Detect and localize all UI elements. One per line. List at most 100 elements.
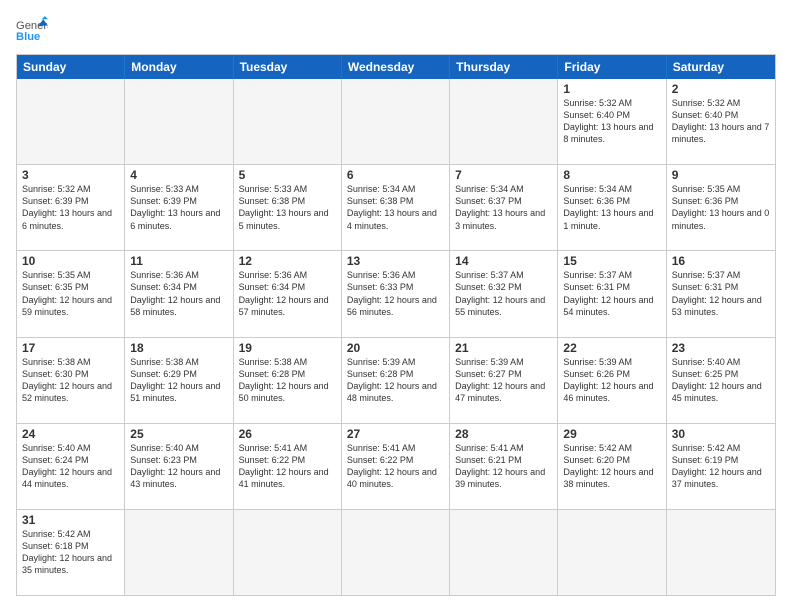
sun-info: Sunrise: 5:37 AM Sunset: 6:31 PM Dayligh… (672, 269, 770, 318)
sun-info: Sunrise: 5:35 AM Sunset: 6:36 PM Dayligh… (672, 183, 770, 232)
cal-cell-12: 12Sunrise: 5:36 AM Sunset: 6:34 PM Dayli… (234, 251, 342, 336)
sun-info: Sunrise: 5:42 AM Sunset: 6:20 PM Dayligh… (563, 442, 660, 491)
cal-cell-27: 27Sunrise: 5:41 AM Sunset: 6:22 PM Dayli… (342, 424, 450, 509)
cal-cell-empty (558, 510, 666, 595)
sun-info: Sunrise: 5:38 AM Sunset: 6:28 PM Dayligh… (239, 356, 336, 405)
day-number: 28 (455, 427, 552, 441)
day-number: 27 (347, 427, 444, 441)
cal-cell-23: 23Sunrise: 5:40 AM Sunset: 6:25 PM Dayli… (667, 338, 775, 423)
cal-cell-4: 4Sunrise: 5:33 AM Sunset: 6:39 PM Daylig… (125, 165, 233, 250)
day-number: 22 (563, 341, 660, 355)
day-number: 10 (22, 254, 119, 268)
day-number: 11 (130, 254, 227, 268)
day-number: 21 (455, 341, 552, 355)
day-number: 7 (455, 168, 552, 182)
sun-info: Sunrise: 5:35 AM Sunset: 6:35 PM Dayligh… (22, 269, 119, 318)
header-day-friday: Friday (558, 55, 666, 79)
cal-cell-22: 22Sunrise: 5:39 AM Sunset: 6:26 PM Dayli… (558, 338, 666, 423)
header-day-saturday: Saturday (667, 55, 775, 79)
sun-info: Sunrise: 5:32 AM Sunset: 6:39 PM Dayligh… (22, 183, 119, 232)
day-number: 25 (130, 427, 227, 441)
sun-info: Sunrise: 5:36 AM Sunset: 6:34 PM Dayligh… (239, 269, 336, 318)
calendar-row-5: 31Sunrise: 5:42 AM Sunset: 6:18 PM Dayli… (17, 509, 775, 595)
calendar-body: 1Sunrise: 5:32 AM Sunset: 6:40 PM Daylig… (17, 79, 775, 595)
logo: General Blue (16, 16, 54, 44)
sun-info: Sunrise: 5:39 AM Sunset: 6:27 PM Dayligh… (455, 356, 552, 405)
calendar: SundayMondayTuesdayWednesdayThursdayFrid… (16, 54, 776, 596)
cal-cell-28: 28Sunrise: 5:41 AM Sunset: 6:21 PM Dayli… (450, 424, 558, 509)
cal-cell-21: 21Sunrise: 5:39 AM Sunset: 6:27 PM Dayli… (450, 338, 558, 423)
header: General Blue (16, 16, 776, 44)
day-number: 19 (239, 341, 336, 355)
svg-text:Blue: Blue (16, 31, 40, 43)
sun-info: Sunrise: 5:37 AM Sunset: 6:31 PM Dayligh… (563, 269, 660, 318)
sun-info: Sunrise: 5:36 AM Sunset: 6:34 PM Dayligh… (130, 269, 227, 318)
cal-cell-20: 20Sunrise: 5:39 AM Sunset: 6:28 PM Dayli… (342, 338, 450, 423)
cal-cell-17: 17Sunrise: 5:38 AM Sunset: 6:30 PM Dayli… (17, 338, 125, 423)
sun-info: Sunrise: 5:40 AM Sunset: 6:23 PM Dayligh… (130, 442, 227, 491)
cal-cell-empty (342, 510, 450, 595)
header-day-wednesday: Wednesday (342, 55, 450, 79)
cal-cell-empty (667, 510, 775, 595)
calendar-header: SundayMondayTuesdayWednesdayThursdayFrid… (17, 55, 775, 79)
header-day-thursday: Thursday (450, 55, 558, 79)
day-number: 26 (239, 427, 336, 441)
sun-info: Sunrise: 5:40 AM Sunset: 6:25 PM Dayligh… (672, 356, 770, 405)
cal-cell-19: 19Sunrise: 5:38 AM Sunset: 6:28 PM Dayli… (234, 338, 342, 423)
sun-info: Sunrise: 5:36 AM Sunset: 6:33 PM Dayligh… (347, 269, 444, 318)
day-number: 23 (672, 341, 770, 355)
cal-cell-empty (450, 510, 558, 595)
cal-cell-empty (125, 79, 233, 164)
cal-cell-18: 18Sunrise: 5:38 AM Sunset: 6:29 PM Dayli… (125, 338, 233, 423)
sun-info: Sunrise: 5:34 AM Sunset: 6:38 PM Dayligh… (347, 183, 444, 232)
cal-cell-2: 2Sunrise: 5:32 AM Sunset: 6:40 PM Daylig… (667, 79, 775, 164)
sun-info: Sunrise: 5:33 AM Sunset: 6:39 PM Dayligh… (130, 183, 227, 232)
day-number: 5 (239, 168, 336, 182)
day-number: 18 (130, 341, 227, 355)
cal-cell-30: 30Sunrise: 5:42 AM Sunset: 6:19 PM Dayli… (667, 424, 775, 509)
cal-cell-6: 6Sunrise: 5:34 AM Sunset: 6:38 PM Daylig… (342, 165, 450, 250)
day-number: 1 (563, 82, 660, 96)
cal-cell-empty (17, 79, 125, 164)
calendar-row-3: 17Sunrise: 5:38 AM Sunset: 6:30 PM Dayli… (17, 337, 775, 423)
day-number: 13 (347, 254, 444, 268)
day-number: 24 (22, 427, 119, 441)
logo-icon: General Blue (16, 16, 48, 44)
sun-info: Sunrise: 5:42 AM Sunset: 6:18 PM Dayligh… (22, 528, 119, 577)
header-day-sunday: Sunday (17, 55, 125, 79)
sun-info: Sunrise: 5:39 AM Sunset: 6:26 PM Dayligh… (563, 356, 660, 405)
day-number: 14 (455, 254, 552, 268)
day-number: 17 (22, 341, 119, 355)
cal-cell-empty (234, 79, 342, 164)
sun-info: Sunrise: 5:37 AM Sunset: 6:32 PM Dayligh… (455, 269, 552, 318)
sun-info: Sunrise: 5:41 AM Sunset: 6:22 PM Dayligh… (347, 442, 444, 491)
cal-cell-16: 16Sunrise: 5:37 AM Sunset: 6:31 PM Dayli… (667, 251, 775, 336)
day-number: 20 (347, 341, 444, 355)
cal-cell-7: 7Sunrise: 5:34 AM Sunset: 6:37 PM Daylig… (450, 165, 558, 250)
calendar-row-1: 3Sunrise: 5:32 AM Sunset: 6:39 PM Daylig… (17, 164, 775, 250)
day-number: 9 (672, 168, 770, 182)
sun-info: Sunrise: 5:38 AM Sunset: 6:29 PM Dayligh… (130, 356, 227, 405)
day-number: 12 (239, 254, 336, 268)
cal-cell-25: 25Sunrise: 5:40 AM Sunset: 6:23 PM Dayli… (125, 424, 233, 509)
day-number: 15 (563, 254, 660, 268)
sun-info: Sunrise: 5:42 AM Sunset: 6:19 PM Dayligh… (672, 442, 770, 491)
day-number: 4 (130, 168, 227, 182)
sun-info: Sunrise: 5:34 AM Sunset: 6:37 PM Dayligh… (455, 183, 552, 232)
cal-cell-10: 10Sunrise: 5:35 AM Sunset: 6:35 PM Dayli… (17, 251, 125, 336)
sun-info: Sunrise: 5:39 AM Sunset: 6:28 PM Dayligh… (347, 356, 444, 405)
cal-cell-empty (234, 510, 342, 595)
cal-cell-3: 3Sunrise: 5:32 AM Sunset: 6:39 PM Daylig… (17, 165, 125, 250)
cal-cell-29: 29Sunrise: 5:42 AM Sunset: 6:20 PM Dayli… (558, 424, 666, 509)
cal-cell-24: 24Sunrise: 5:40 AM Sunset: 6:24 PM Dayli… (17, 424, 125, 509)
day-number: 8 (563, 168, 660, 182)
header-day-tuesday: Tuesday (234, 55, 342, 79)
sun-info: Sunrise: 5:41 AM Sunset: 6:22 PM Dayligh… (239, 442, 336, 491)
cal-cell-empty (450, 79, 558, 164)
sun-info: Sunrise: 5:34 AM Sunset: 6:36 PM Dayligh… (563, 183, 660, 232)
calendar-row-2: 10Sunrise: 5:35 AM Sunset: 6:35 PM Dayli… (17, 250, 775, 336)
cal-cell-26: 26Sunrise: 5:41 AM Sunset: 6:22 PM Dayli… (234, 424, 342, 509)
calendar-row-0: 1Sunrise: 5:32 AM Sunset: 6:40 PM Daylig… (17, 79, 775, 164)
day-number: 29 (563, 427, 660, 441)
cal-cell-8: 8Sunrise: 5:34 AM Sunset: 6:36 PM Daylig… (558, 165, 666, 250)
